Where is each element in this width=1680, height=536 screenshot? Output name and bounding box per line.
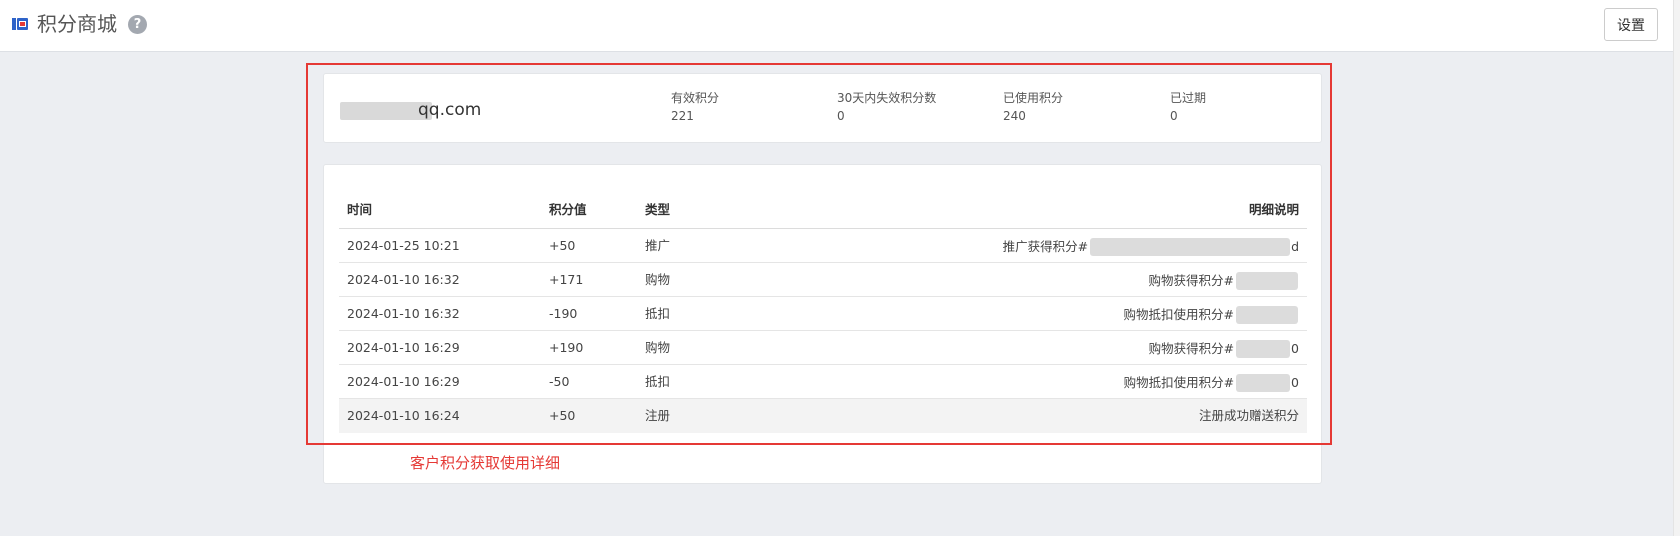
help-icon[interactable]: ?	[128, 15, 147, 34]
app-logo-icon	[12, 18, 28, 30]
annotation-highlight-frame	[306, 63, 1332, 445]
settings-button[interactable]: 设置	[1604, 8, 1658, 41]
top-bar: 积分商城 ? 设置	[0, 0, 1680, 52]
page-title: 积分商城	[37, 12, 117, 36]
annotation-caption: 客户积分获取使用详细	[410, 454, 561, 472]
scrollbar[interactable]	[1673, 0, 1680, 536]
